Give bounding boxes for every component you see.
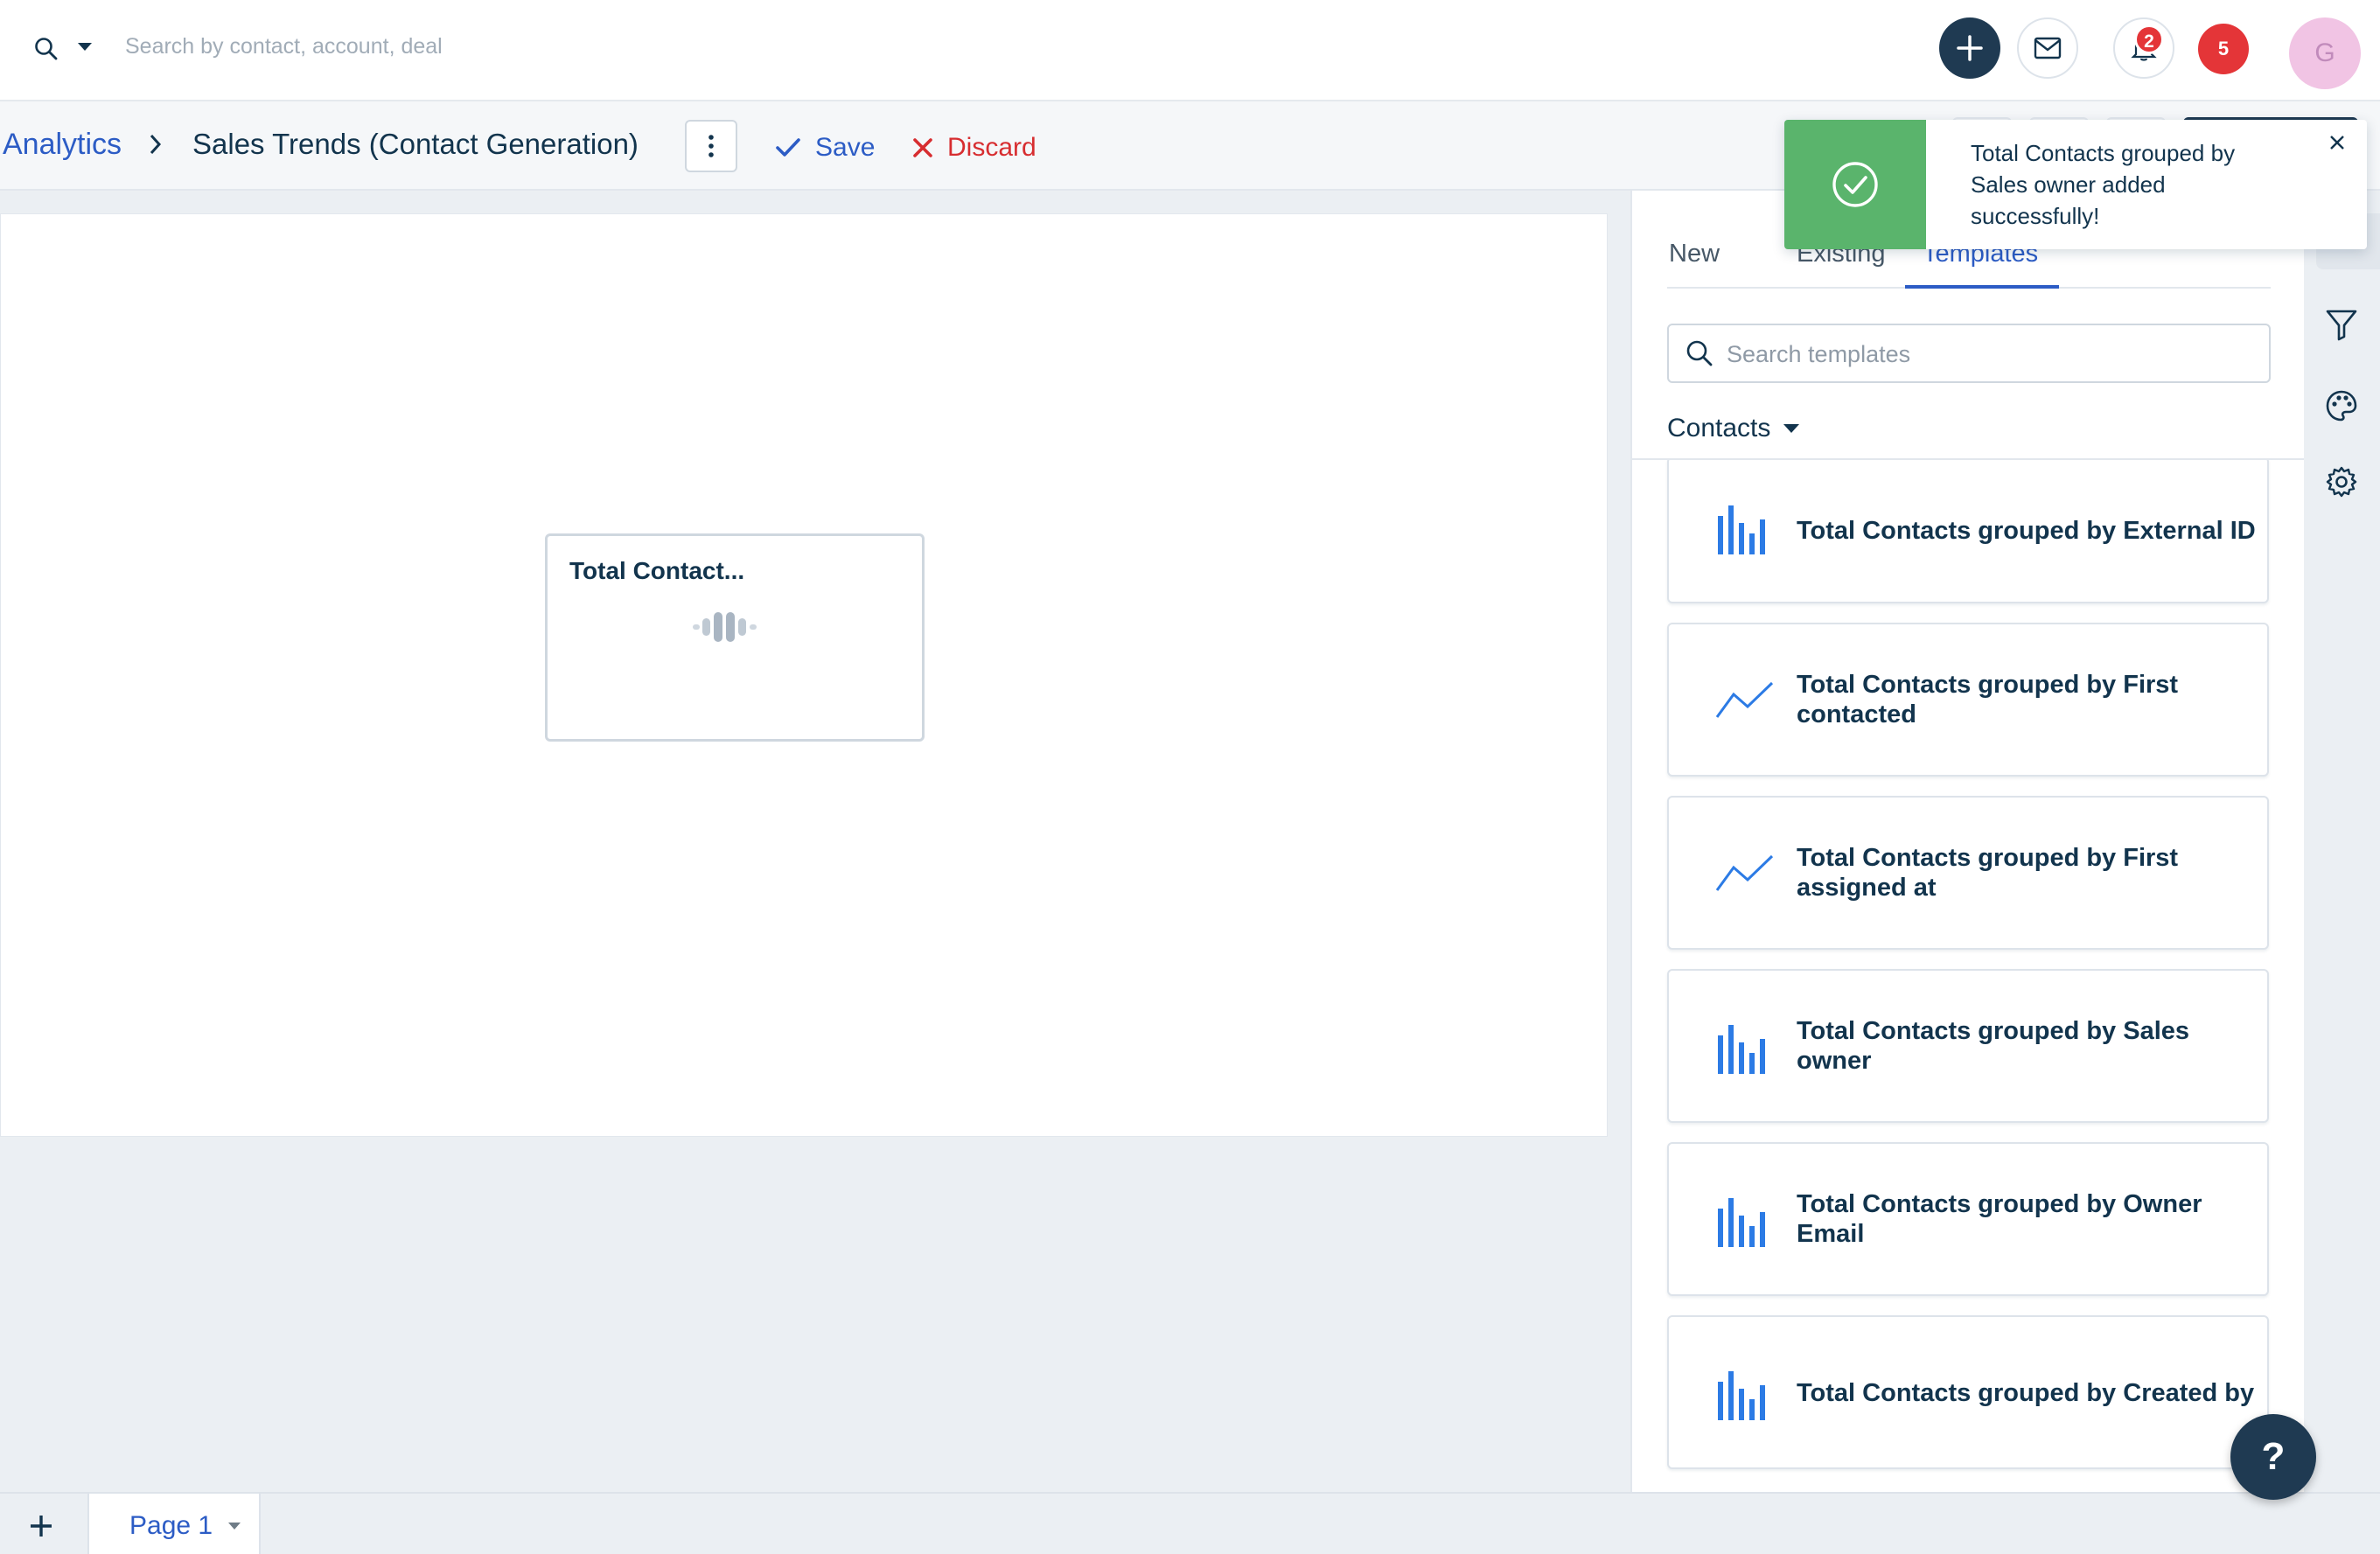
toast-close-icon[interactable]	[2328, 134, 2346, 151]
more-options-button[interactable]	[685, 120, 737, 172]
save-label: Save	[815, 133, 876, 162]
check-icon	[776, 138, 800, 157]
template-card-first-assigned[interactable]: Total Contacts grouped by First assigned…	[1667, 796, 2269, 950]
success-toast: Total Contacts grouped by Sales owner ad…	[1784, 120, 2367, 249]
plus-icon	[31, 1516, 52, 1537]
mail-button[interactable]	[2017, 17, 2078, 79]
page-tab-label: Page 1	[129, 1511, 213, 1540]
report-widget[interactable]: Total Contact...	[545, 533, 925, 742]
filter-button[interactable]	[2314, 297, 2369, 352]
template-search-box[interactable]	[1667, 324, 2271, 383]
caret-down-icon	[1783, 424, 1800, 433]
toast-message: Total Contacts grouped by Sales owner ad…	[1971, 140, 2236, 229]
bell-count-badge: 2	[2134, 24, 2164, 54]
template-card-sales-owner[interactable]: Total Contacts grouped by Sales owner	[1667, 969, 2269, 1123]
entity-dropdown-label: Contacts	[1667, 414, 1771, 443]
plus-icon	[1957, 35, 1983, 61]
bar-chart-icon	[1714, 1369, 1767, 1422]
template-search-input[interactable]	[1727, 336, 2251, 373]
top-bar: 2 5 G	[0, 0, 2380, 101]
template-list[interactable]: Total Contacts grouped by External ID To…	[1632, 458, 2306, 1492]
bar-chart-icon	[1714, 1196, 1767, 1249]
tab-new[interactable]: New	[1669, 240, 1720, 268]
close-icon	[913, 138, 932, 157]
notification-count-badge[interactable]: 5	[2198, 24, 2249, 74]
widget-library-panel: New Existing Templates Contacts	[1630, 191, 2306, 1492]
breadcrumb-analytics-link[interactable]: Analytics	[3, 128, 122, 162]
filter-icon	[2326, 310, 2357, 341]
line-chart-icon	[1714, 679, 1776, 722]
toast-status-bar	[1784, 120, 1926, 249]
template-card-first-contacted[interactable]: Total Contacts grouped by First contacte…	[1667, 623, 2269, 777]
template-label: Total Contacts grouped by External ID	[1797, 517, 2256, 545]
add-page-button[interactable]	[28, 1513, 54, 1539]
help-button[interactable]: ?	[2230, 1414, 2316, 1500]
save-button[interactable]: Save	[775, 126, 875, 170]
add-button[interactable]	[1939, 17, 2000, 79]
template-label: Total Contacts grouped by Owner Email	[1797, 1190, 2202, 1248]
discard-button[interactable]: Discard	[912, 126, 1036, 170]
search-scope-chevron-down-icon[interactable]	[77, 42, 93, 52]
right-toolbar	[2304, 191, 2380, 1492]
user-avatar[interactable]: G	[2289, 17, 2361, 89]
template-label: Total Contacts grouped by Sales owner	[1797, 1017, 2190, 1075]
bar-chart-icon	[1714, 504, 1767, 556]
kebab-menu-icon	[708, 135, 714, 157]
palette-icon	[2326, 390, 2357, 422]
search-icon[interactable]	[33, 36, 59, 62]
page-tab[interactable]: Page 1	[87, 1494, 261, 1554]
chevron-right-icon	[149, 133, 163, 156]
search-icon	[1685, 338, 1714, 368]
global-search-input[interactable]	[125, 30, 737, 63]
active-tab-indicator	[1905, 285, 2059, 289]
template-card-external-id[interactable]: Total Contacts grouped by External ID	[1667, 460, 2269, 603]
gear-icon	[2326, 466, 2357, 498]
template-label: Total Contacts grouped by First assigned…	[1797, 844, 2179, 902]
template-label: Total Contacts grouped by Created by	[1797, 1379, 2255, 1407]
line-chart-icon	[1714, 852, 1776, 895]
loading-spinner-icon	[691, 610, 761, 645]
entity-dropdown[interactable]: Contacts	[1667, 409, 1800, 448]
template-card-owner-email[interactable]: Total Contacts grouped by Owner Email	[1667, 1142, 2269, 1296]
theme-button[interactable]	[2314, 379, 2369, 433]
report-title: Sales Trends (Contact Generation)	[192, 128, 639, 160]
discard-label: Discard	[947, 133, 1036, 162]
settings-button[interactable]	[2314, 455, 2369, 509]
bar-chart-icon	[1714, 1023, 1767, 1076]
template-card-created-by[interactable]: Total Contacts grouped by Created by	[1667, 1315, 2269, 1469]
mail-icon	[2034, 37, 2062, 59]
widget-title: Total Contact...	[569, 557, 745, 584]
page-bar: Page 1	[0, 1492, 2380, 1554]
caret-down-icon[interactable]	[227, 1522, 241, 1530]
template-label: Total Contacts grouped by First contacte…	[1797, 671, 2179, 728]
check-circle-icon	[1832, 162, 1878, 207]
